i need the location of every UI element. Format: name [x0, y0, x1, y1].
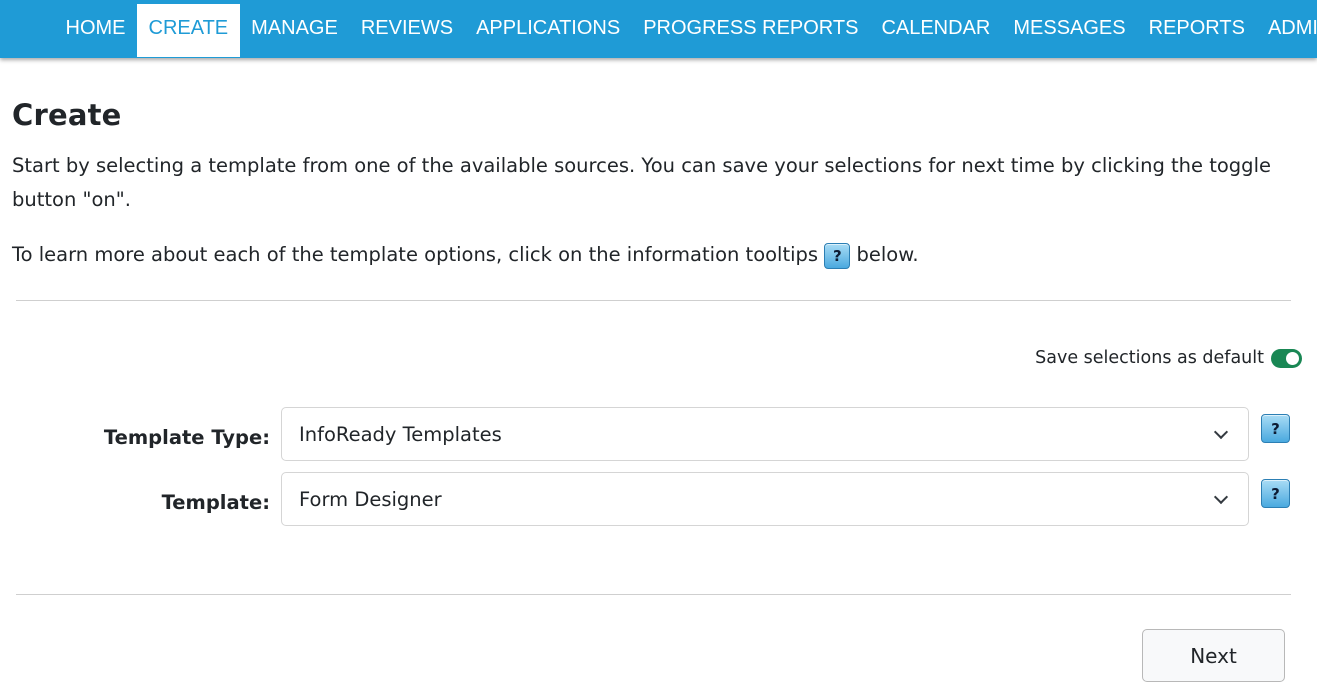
- nav-item-admin[interactable]: ADMI: [1256, 4, 1317, 57]
- template-value: Form Designer: [299, 487, 442, 511]
- chevron-down-icon: [1213, 489, 1229, 505]
- nav-item-reviews[interactable]: REVIEWS: [349, 4, 464, 57]
- next-button[interactable]: Next: [1142, 629, 1285, 682]
- template-label: Template:: [161, 490, 270, 514]
- bottom-divider: [16, 594, 1291, 595]
- template-type-value: InfoReady Templates: [299, 422, 502, 446]
- nav-item-home[interactable]: HOME: [54, 4, 137, 57]
- save-default-toggle[interactable]: [1271, 348, 1302, 368]
- template-select[interactable]: Form Designer: [281, 472, 1249, 526]
- nav-item-reports[interactable]: REPORTS: [1137, 4, 1256, 57]
- chevron-down-icon: [1213, 424, 1229, 440]
- template-type-select[interactable]: InfoReady Templates: [281, 407, 1249, 461]
- template-type-row: Template Type: InfoReady Templates ?: [12, 407, 1302, 461]
- top-divider: [16, 300, 1291, 301]
- page-title: Create: [12, 98, 122, 132]
- tooltip-instructions: To learn more about each of the template…: [12, 240, 919, 270]
- template-row: Template: Form Designer ?: [12, 472, 1302, 526]
- nav-item-calendar[interactable]: CALENDAR: [870, 4, 1002, 57]
- top-navbar: HOME CREATE MANAGE REVIEWS APPLICATIONS …: [0, 0, 1317, 58]
- template-type-label: Template Type:: [103, 425, 270, 449]
- save-default-row: Save selections as default: [1035, 348, 1302, 368]
- nav-item-progress-reports[interactable]: PROGRESS REPORTS: [632, 4, 870, 57]
- intro-text: Start by selecting a template from one o…: [12, 154, 1271, 211]
- toggle-knob: [1286, 351, 1299, 365]
- tooltip-instructions-prefix: To learn more about each of the template…: [12, 243, 819, 266]
- tooltip-instructions-suffix: below.: [856, 243, 919, 266]
- template-help-icon[interactable]: ?: [1261, 479, 1290, 508]
- nav-item-create[interactable]: CREATE: [137, 4, 240, 57]
- template-type-help-icon[interactable]: ?: [1261, 414, 1290, 443]
- nav-menu: HOME CREATE MANAGE REVIEWS APPLICATIONS …: [54, 4, 1317, 57]
- nav-item-messages[interactable]: MESSAGES: [1002, 4, 1137, 57]
- save-default-label: Save selections as default: [1035, 348, 1264, 368]
- nav-item-manage[interactable]: MANAGE: [240, 4, 350, 57]
- help-icon: ?: [824, 242, 851, 269]
- nav-item-applications[interactable]: APPLICATIONS: [465, 4, 632, 57]
